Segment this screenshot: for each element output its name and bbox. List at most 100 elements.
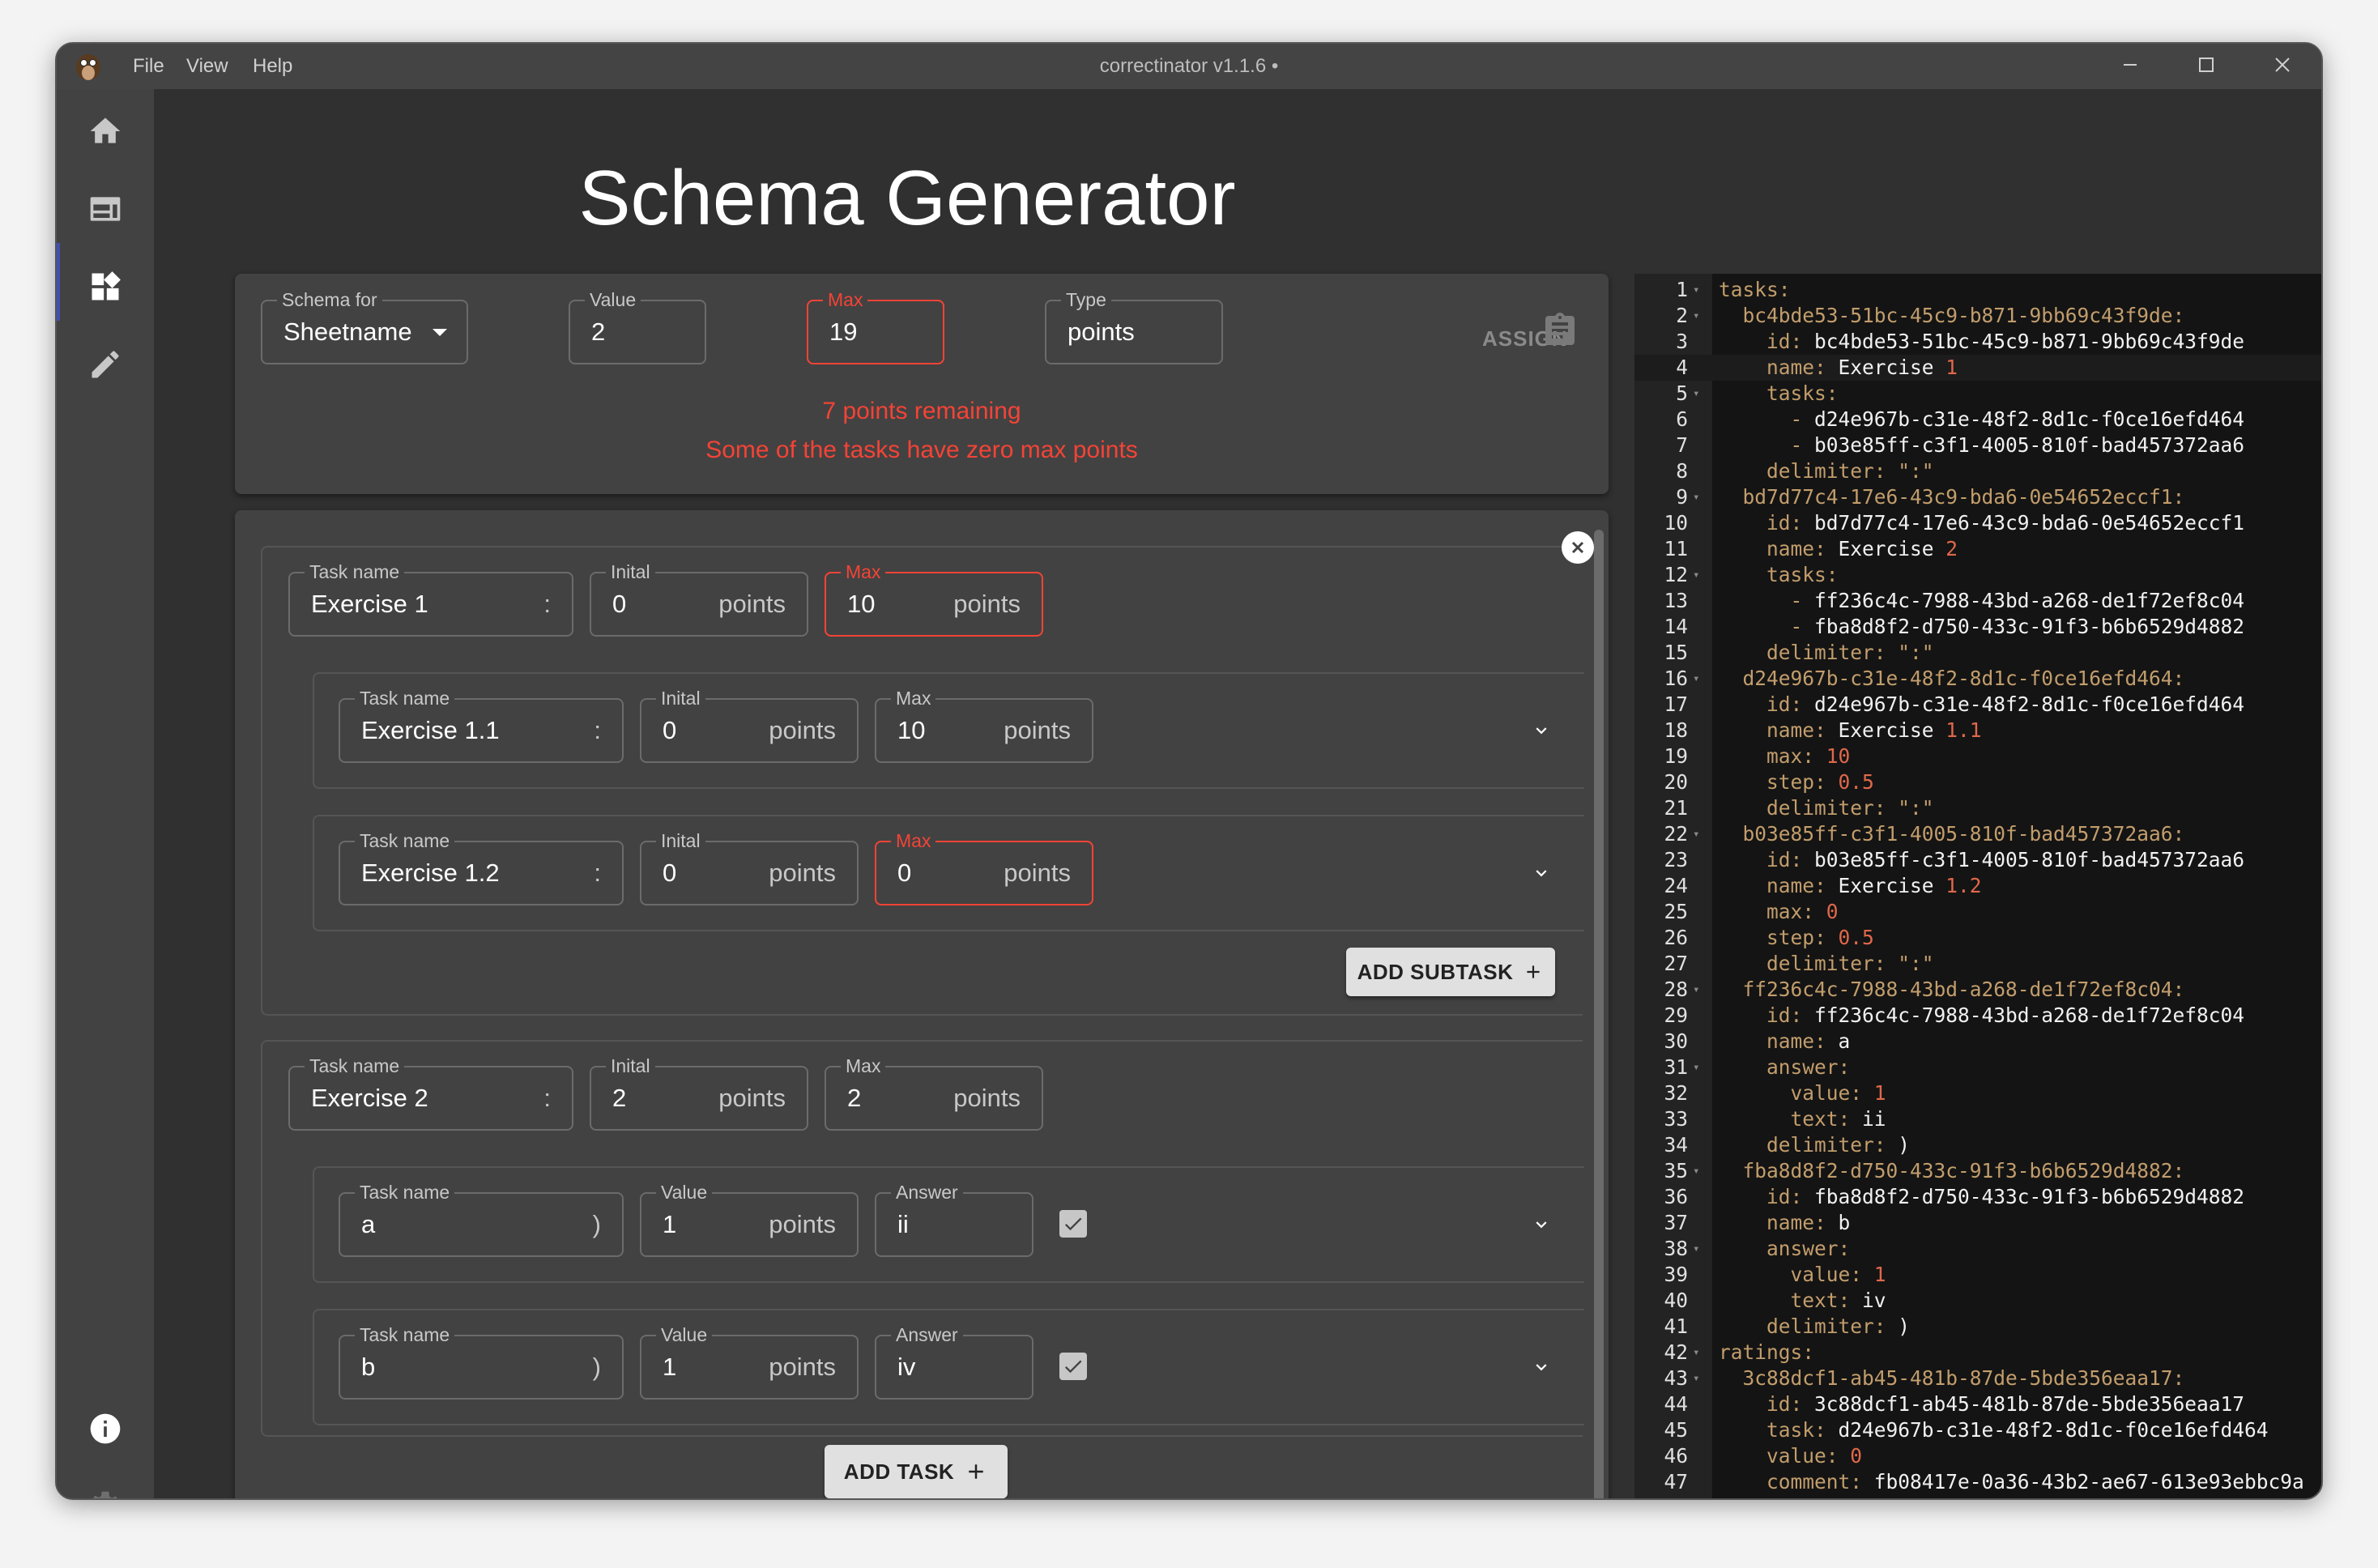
code-text: name: b <box>1719 1210 1850 1236</box>
code-token: answer: <box>1719 1237 1851 1260</box>
subtask-initial-input[interactable]: Inital 0 points <box>640 687 859 763</box>
subtask-answer-input[interactable]: Answer ii <box>875 1181 1033 1257</box>
fold-toggle-icon[interactable]: ▾ <box>1693 977 1699 1003</box>
add-subtask-button[interactable]: ADD SUBTASK <box>1346 948 1555 996</box>
line-number: 11 <box>1664 537 1688 560</box>
remove-task-button[interactable] <box>1562 531 1594 564</box>
fold-toggle-icon[interactable]: ▾ <box>1693 1366 1699 1391</box>
code-token: b03e85ff-c3f1-4005-810f-bad457372aa6: <box>1719 822 2185 846</box>
code-line: 23 id: b03e85ff-c3f1-4005-810f-bad457372… <box>1634 847 2321 873</box>
code-token: b03e85ff-c3f1-4005-810f-bad457372aa6 <box>1814 433 2245 457</box>
code-token: 10 <box>1826 744 1851 768</box>
code-token: ratings: <box>1719 1340 1815 1364</box>
line-number: 47 <box>1664 1470 1688 1493</box>
expand-subtask-button[interactable] <box>1529 718 1553 743</box>
fold-toggle-icon[interactable]: ▾ <box>1693 1495 1699 1498</box>
code-line: 19 max: 10 <box>1634 744 2321 769</box>
checkmark-icon <box>1064 1217 1082 1231</box>
line-number: 35 <box>1664 1159 1688 1182</box>
task-max-input[interactable]: Max 2 points <box>825 1055 1043 1131</box>
code-text: step: 0.5 <box>1719 925 1874 951</box>
code-token: Exercise <box>1838 537 1946 560</box>
code-text: name: a <box>1719 1029 1850 1055</box>
subtask-name-input[interactable]: Task name Exercise 1.2 : <box>339 829 624 905</box>
subtask-value-input[interactable]: Value 1 points <box>640 1323 859 1400</box>
fold-toggle-icon[interactable]: ▾ <box>1693 821 1699 847</box>
add-task-button[interactable]: ADD TASK <box>825 1445 1008 1498</box>
subtask-answer-input[interactable]: Answer iv <box>875 1323 1033 1400</box>
close-window-button[interactable] <box>2258 44 2307 89</box>
code-text: id: d24e967b-c31e-48f2-8d1c-f0ce16efd464 <box>1719 692 2244 718</box>
fold-toggle-icon[interactable]: ▾ <box>1693 666 1699 692</box>
fold-toggle-icon[interactable]: ▾ <box>1693 277 1699 303</box>
fold-toggle-icon[interactable]: ▾ <box>1693 562 1699 588</box>
code-line: 39 value: 1 <box>1634 1262 2321 1288</box>
task-max-input[interactable]: Max 10 points <box>825 560 1043 637</box>
maximize-icon <box>2199 58 2214 72</box>
subtask-initial-input[interactable]: Inital 0 points <box>640 829 859 905</box>
line-number: 2 <box>1676 304 1688 327</box>
sidebar-item-sheets[interactable] <box>83 186 128 232</box>
answer-checkbox[interactable] <box>1059 1210 1087 1238</box>
task-initial-input[interactable]: Inital 2 points <box>590 1055 808 1131</box>
max-input[interactable]: Max 19 <box>807 288 944 364</box>
subtask-max-input[interactable]: Max 0 points <box>875 829 1093 905</box>
fold-toggle-icon[interactable]: ▾ <box>1693 1158 1699 1184</box>
maximize-button[interactable] <box>2182 44 2231 89</box>
subtask-max-input[interactable]: Max 10 points <box>875 687 1093 763</box>
fold-toggle-icon[interactable]: ▾ <box>1693 1055 1699 1080</box>
task-initial-input[interactable]: Inital 0 points <box>590 560 808 637</box>
sidebar-item-correction[interactable] <box>83 342 128 387</box>
type-input[interactable]: Type points <box>1045 288 1223 364</box>
fold-toggle-icon[interactable]: ▾ <box>1693 303 1699 329</box>
tasks-scrollbar[interactable] <box>1594 530 1604 1498</box>
code-text: max: 10 <box>1719 744 1850 769</box>
fold-toggle-icon[interactable]: ▾ <box>1693 1340 1699 1366</box>
fold-toggle-icon[interactable]: ▾ <box>1693 484 1699 510</box>
subtask-value-input[interactable]: Value 1 points <box>640 1181 859 1257</box>
code-token: tasks: <box>1719 563 1839 586</box>
code-token: ff236c4c-7988-43bd-a268-de1f72ef8c04 <box>1814 1003 2245 1027</box>
line-number: 27 <box>1664 952 1688 975</box>
code-text: name: Exercise 1 <box>1719 355 1958 381</box>
fold-toggle-icon[interactable]: ▾ <box>1693 1236 1699 1262</box>
code-token: name: <box>1719 537 1839 560</box>
schema-for-select[interactable]: Schema for Sheetname <box>261 288 468 364</box>
schema-settings-card: Schema for Sheetname Value 2 Max 19 Type… <box>235 274 1609 494</box>
code-text: delimiter: ) <box>1719 1314 1910 1340</box>
code-text: - b03e85ff-c3f1-4005-810f-bad457372aa6 <box>1719 432 2245 458</box>
line-number: 13 <box>1664 589 1688 612</box>
line-number: 4 <box>1676 356 1688 379</box>
task-name-input[interactable]: Task name Exercise 2 : <box>288 1055 573 1131</box>
expand-subtask-button[interactable] <box>1529 861 1553 885</box>
answer-checkbox[interactable] <box>1059 1353 1087 1380</box>
yaml-editor[interactable]: 1 ▾ tasks: 2 ▾ bc4bde53-51bc-45c9-b871-9bb69… <box>1634 274 2321 1498</box>
sidebar-item-schema[interactable] <box>83 264 128 309</box>
code-token: name: <box>1719 718 1839 742</box>
sidebar-item-settings[interactable] <box>83 1484 128 1498</box>
line-number: 36 <box>1664 1185 1688 1208</box>
close-icon <box>1571 541 1584 554</box>
code-token: 1.2 <box>1945 874 1982 897</box>
fold-toggle-icon[interactable]: ▾ <box>1693 381 1699 407</box>
code-text: delimiter: ":" <box>1719 951 1934 977</box>
subtask-name-input[interactable]: Task name b ) <box>339 1323 624 1400</box>
line-number: 9 <box>1676 485 1688 509</box>
sidebar-item-info[interactable] <box>83 1406 128 1451</box>
subtask-name-input[interactable]: Task name a ) <box>339 1181 624 1257</box>
sidebar-item-home[interactable] <box>83 109 128 154</box>
code-token: a <box>1838 1029 1851 1053</box>
code-token: 0 <box>1826 900 1839 923</box>
clipboard-button[interactable] <box>1541 311 1579 350</box>
subtask-card: Task name b ) Value 1 points Answer iv <box>313 1309 1584 1425</box>
code-line: 15 delimiter: ":" <box>1634 640 2321 666</box>
minimize-button[interactable] <box>2106 44 2154 89</box>
task-name-input[interactable]: Task name Exercise 1 : <box>288 560 573 637</box>
plus-icon <box>969 1464 983 1479</box>
expand-subtask-button[interactable] <box>1529 1212 1553 1237</box>
code-token: bd7d77c4-17e6-43c9-bda6-0e54652eccf1: <box>1719 485 2185 509</box>
code-token: fba8d8f2-d750-433c-91f3-b6b6529d4882: <box>1719 1159 2185 1182</box>
subtask-name-input[interactable]: Task name Exercise 1.1 : <box>339 687 624 763</box>
expand-subtask-button[interactable] <box>1529 1355 1553 1379</box>
value-input[interactable]: Value 2 <box>569 288 706 364</box>
